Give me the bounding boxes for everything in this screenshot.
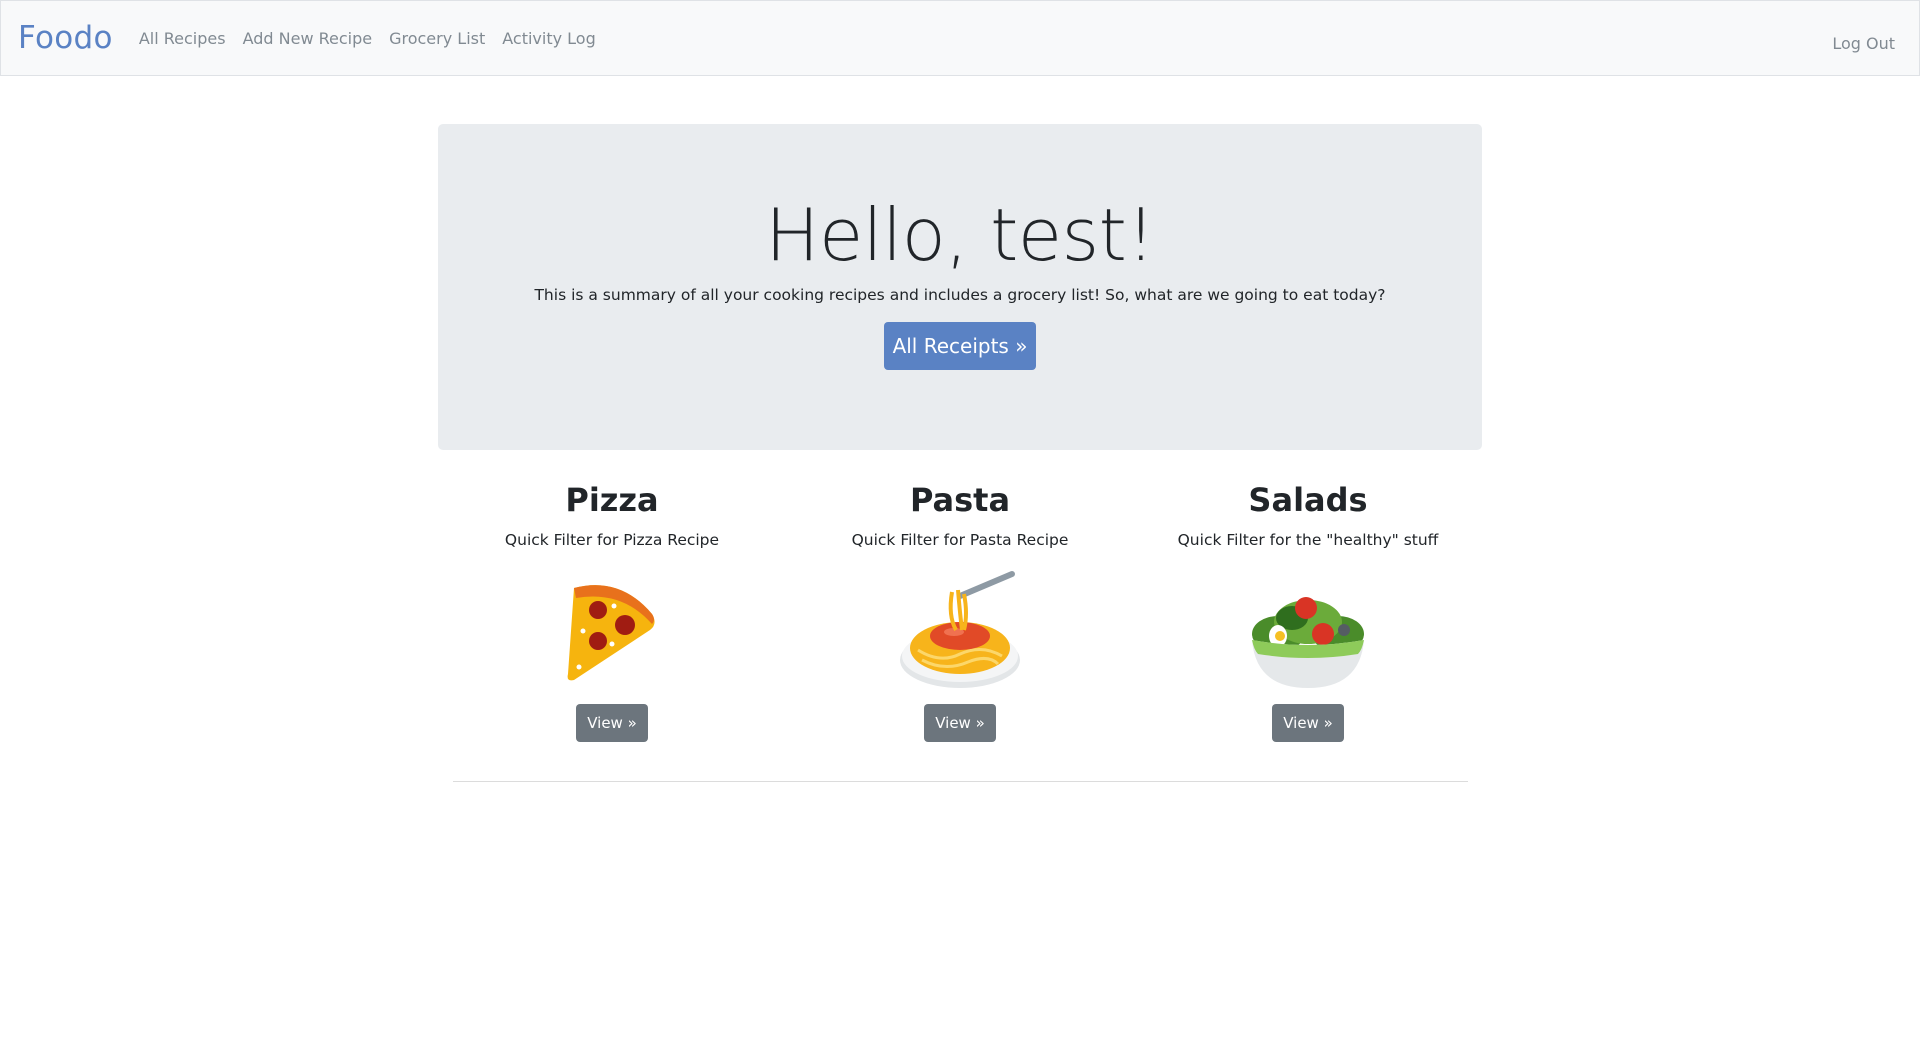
hero-subtitle: This is a summary of all your cooking re… xyxy=(534,286,1386,304)
spaghetti-icon xyxy=(900,568,1020,692)
salad-icon xyxy=(1248,568,1368,692)
nav-link-grocery-list[interactable]: Grocery List xyxy=(389,29,485,48)
nav-link-activity-log[interactable]: Activity Log xyxy=(502,29,596,48)
card-description: Quick Filter for Pizza Recipe xyxy=(504,531,720,549)
logout-link[interactable]: Log Out xyxy=(1832,34,1895,53)
pizza-icon xyxy=(552,568,672,692)
all-receipts-button[interactable]: All Receipts » xyxy=(884,322,1036,370)
top-navbar: Foodo All Recipes Add New Recipe Grocery… xyxy=(0,0,1920,76)
card-title: Salads xyxy=(1248,481,1368,519)
card-pizza: Pizza Quick Filter for Pizza Recipe View… xyxy=(442,480,782,742)
card-title: Pizza xyxy=(565,481,659,519)
hero-title: Hello, test! xyxy=(765,193,1155,277)
nav-links: All Recipes Add New Recipe Grocery List … xyxy=(139,29,613,48)
brand-logo[interactable]: Foodo xyxy=(18,20,113,56)
content-divider xyxy=(453,781,1468,782)
hero-jumbotron: Hello, test! This is a summary of all yo… xyxy=(438,124,1482,450)
view-pasta-button[interactable]: View » xyxy=(924,704,996,742)
card-description: Quick Filter for the "healthy" stuff xyxy=(1177,531,1439,549)
view-pizza-button[interactable]: View » xyxy=(576,704,648,742)
card-description: Quick Filter for Pasta Recipe xyxy=(851,531,1069,549)
nav-link-add-new-recipe[interactable]: Add New Recipe xyxy=(243,29,373,48)
card-title: Pasta xyxy=(909,481,1011,519)
card-pasta: Pasta Quick Filter for Pasta Recipe View… xyxy=(790,480,1130,742)
nav-link-all-recipes[interactable]: All Recipes xyxy=(139,29,226,48)
card-salads: Salads Quick Filter for the "healthy" st… xyxy=(1138,480,1478,742)
view-salads-button[interactable]: View » xyxy=(1272,704,1344,742)
